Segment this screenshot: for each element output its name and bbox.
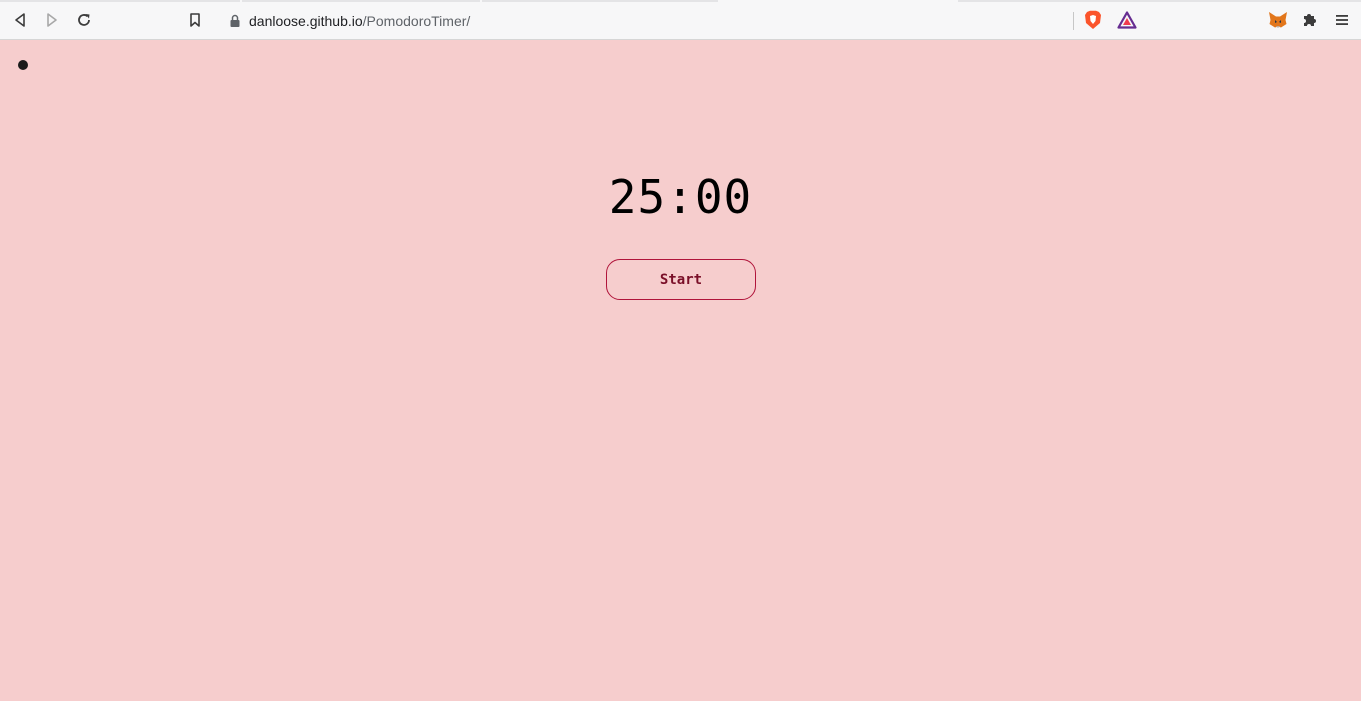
extensions-icon <box>1304 14 1316 26</box>
brave-rewards-button[interactable] <box>1115 8 1139 32</box>
tab-indicator <box>482 0 718 2</box>
bullet-dot <box>18 60 28 70</box>
forward-button[interactable] <box>40 8 64 32</box>
reload-button[interactable] <box>72 8 96 32</box>
bookmark-icon <box>190 13 200 27</box>
bookmark-button[interactable] <box>183 8 207 32</box>
brave-rewards-icon <box>1117 11 1137 29</box>
menu-icon <box>1336 15 1348 25</box>
url-path: /PomodoroTimer/ <box>362 13 471 29</box>
tab-indicator <box>0 0 240 2</box>
address-bar[interactable]: danloose.github.io/PomodoroTimer/ <box>229 11 470 31</box>
brave-shields-button[interactable] <box>1081 8 1105 32</box>
tab-indicator <box>958 0 1361 2</box>
metamask-button[interactable] <box>1266 8 1290 32</box>
reload-icon <box>78 14 90 26</box>
toolbar-divider <box>1073 12 1074 30</box>
browser-toolbar: danloose.github.io/PomodoroTimer/ <box>0 0 1361 40</box>
metamask-icon <box>1269 12 1287 28</box>
brave-shields-icon <box>1085 10 1101 30</box>
back-icon <box>15 13 25 27</box>
start-button[interactable]: Start <box>606 259 756 300</box>
tab-indicator <box>242 0 480 2</box>
back-button[interactable] <box>8 8 32 32</box>
forward-icon <box>47 13 57 27</box>
timer-display: 25:00 <box>608 170 753 224</box>
url-host: danloose.github.io <box>249 13 363 29</box>
menu-button[interactable] <box>1330 8 1354 32</box>
lock-icon <box>230 14 240 27</box>
extensions-button[interactable] <box>1298 8 1322 32</box>
